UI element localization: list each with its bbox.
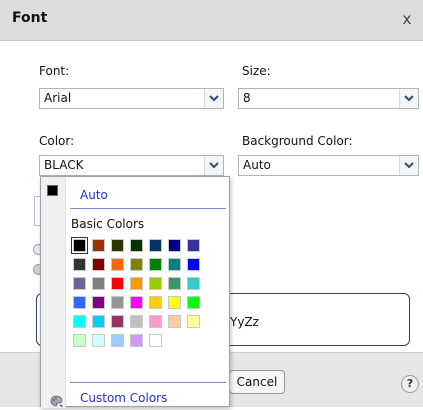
background-color-label: Background Color: [242, 134, 353, 148]
color-swatch[interactable] [111, 334, 124, 347]
popup-divider [70, 382, 226, 383]
color-swatch[interactable] [92, 258, 105, 271]
font-select-value: Arial [44, 91, 72, 105]
color-swatch[interactable] [130, 315, 143, 328]
size-select-value: 8 [243, 91, 251, 105]
color-swatch[interactable] [111, 315, 124, 328]
color-swatch[interactable] [168, 315, 181, 328]
size-select[interactable]: 8 [238, 88, 419, 109]
basic-colors-label: Basic Colors [71, 217, 145, 231]
color-swatch[interactable] [111, 277, 124, 290]
help-button[interactable]: ? [401, 375, 419, 393]
color-swatch[interactable] [130, 239, 143, 252]
font-dialog: Font x Font: Arial Size: 8 Color: BLACK … [0, 0, 423, 410]
color-swatch[interactable] [168, 258, 181, 271]
color-swatch[interactable] [73, 334, 86, 347]
color-swatch[interactable] [149, 239, 162, 252]
color-swatch[interactable] [187, 239, 200, 252]
color-swatch[interactable] [92, 239, 105, 252]
popup-divider [70, 208, 226, 209]
color-swatch[interactable] [92, 315, 105, 328]
color-swatch[interactable] [111, 296, 124, 309]
color-picker-popup: Auto Basic Colors Custom Colors [40, 176, 230, 410]
color-swatch[interactable] [149, 296, 162, 309]
auto-color-option[interactable]: Auto [80, 188, 108, 202]
color-swatch[interactable] [71, 237, 88, 254]
color-swatch[interactable] [130, 334, 143, 347]
color-swatch[interactable] [73, 277, 86, 290]
preview-text: YyZz [230, 315, 259, 329]
color-swatch[interactable] [111, 258, 124, 271]
color-swatch[interactable] [92, 296, 105, 309]
color-swatch[interactable] [168, 277, 181, 290]
color-swatch[interactable] [130, 296, 143, 309]
color-swatch[interactable] [187, 296, 200, 309]
color-select-value: BLACK [44, 158, 84, 172]
cancel-button[interactable]: Cancel [229, 370, 285, 394]
color-swatch[interactable] [149, 315, 162, 328]
chevron-down-icon[interactable] [399, 89, 418, 108]
background-color-select-value: Auto [243, 158, 271, 172]
color-swatch[interactable] [73, 296, 86, 309]
color-swatch[interactable] [168, 296, 181, 309]
font-label: Font: [39, 64, 70, 78]
color-swatch[interactable] [149, 334, 162, 347]
background-color-select[interactable]: Auto [238, 155, 419, 176]
color-label: Color: [39, 134, 75, 148]
popup-icon-strip [41, 177, 66, 408]
dialog-title: Font [12, 10, 48, 26]
color-swatch[interactable] [92, 277, 105, 290]
close-button[interactable]: x [397, 8, 417, 30]
color-swatch[interactable] [73, 258, 86, 271]
color-swatch[interactable] [168, 239, 181, 252]
dialog-titlebar: Font x [0, 0, 423, 41]
color-swatch[interactable] [130, 277, 143, 290]
color-swatch[interactable] [149, 277, 162, 290]
color-swatch[interactable] [149, 258, 162, 271]
color-swatch[interactable] [187, 277, 200, 290]
size-label: Size: [242, 64, 271, 78]
chevron-down-icon[interactable] [204, 156, 223, 175]
color-swatch[interactable] [111, 239, 124, 252]
color-swatch[interactable] [130, 258, 143, 271]
palette-icon [50, 395, 63, 410]
custom-colors-option[interactable]: Custom Colors [80, 391, 167, 405]
color-swatch[interactable] [92, 334, 105, 347]
chevron-down-icon[interactable] [399, 156, 418, 175]
color-swatch[interactable] [187, 258, 200, 271]
chevron-down-icon[interactable] [204, 89, 223, 108]
auto-color-swatch[interactable] [47, 185, 58, 196]
color-swatch[interactable] [187, 315, 200, 328]
color-select[interactable]: BLACK [39, 155, 224, 176]
font-select[interactable]: Arial [39, 88, 224, 109]
color-swatch[interactable] [73, 315, 86, 328]
